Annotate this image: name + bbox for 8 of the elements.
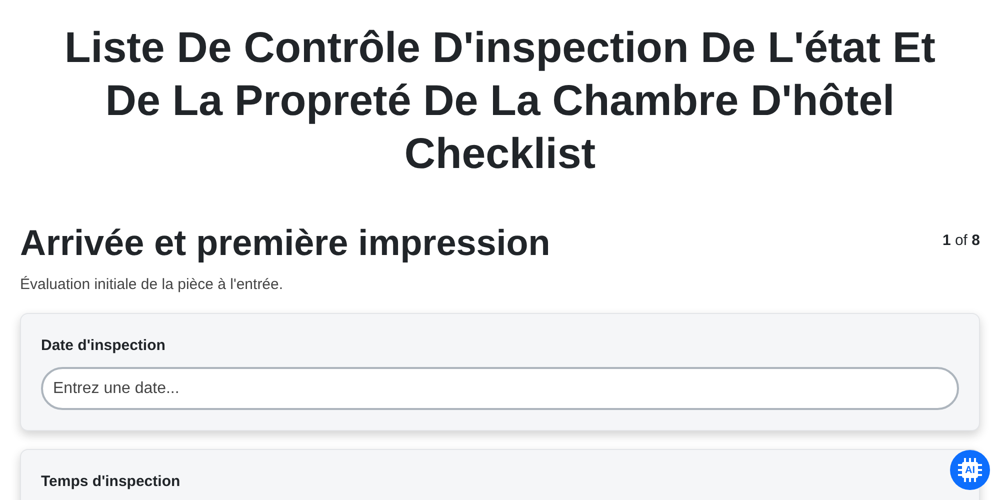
page-counter: 1 of 8 [942,231,980,251]
page-title: Liste De Contrôle D'inspection De L'état Et De La Propreté De La Chambre D'hôtel Checklist [63,23,936,180]
section-description: Évaluation initiale de la pièce à l'entrée. [20,275,284,295]
field-label: Date d'inspection [41,336,166,356]
chip-icon [956,456,984,484]
section-heading: Arrivée et première impression [20,221,550,265]
input-field[interactable]: Entrez une date... [41,367,959,410]
field-label: Temps d'inspection [41,472,180,492]
